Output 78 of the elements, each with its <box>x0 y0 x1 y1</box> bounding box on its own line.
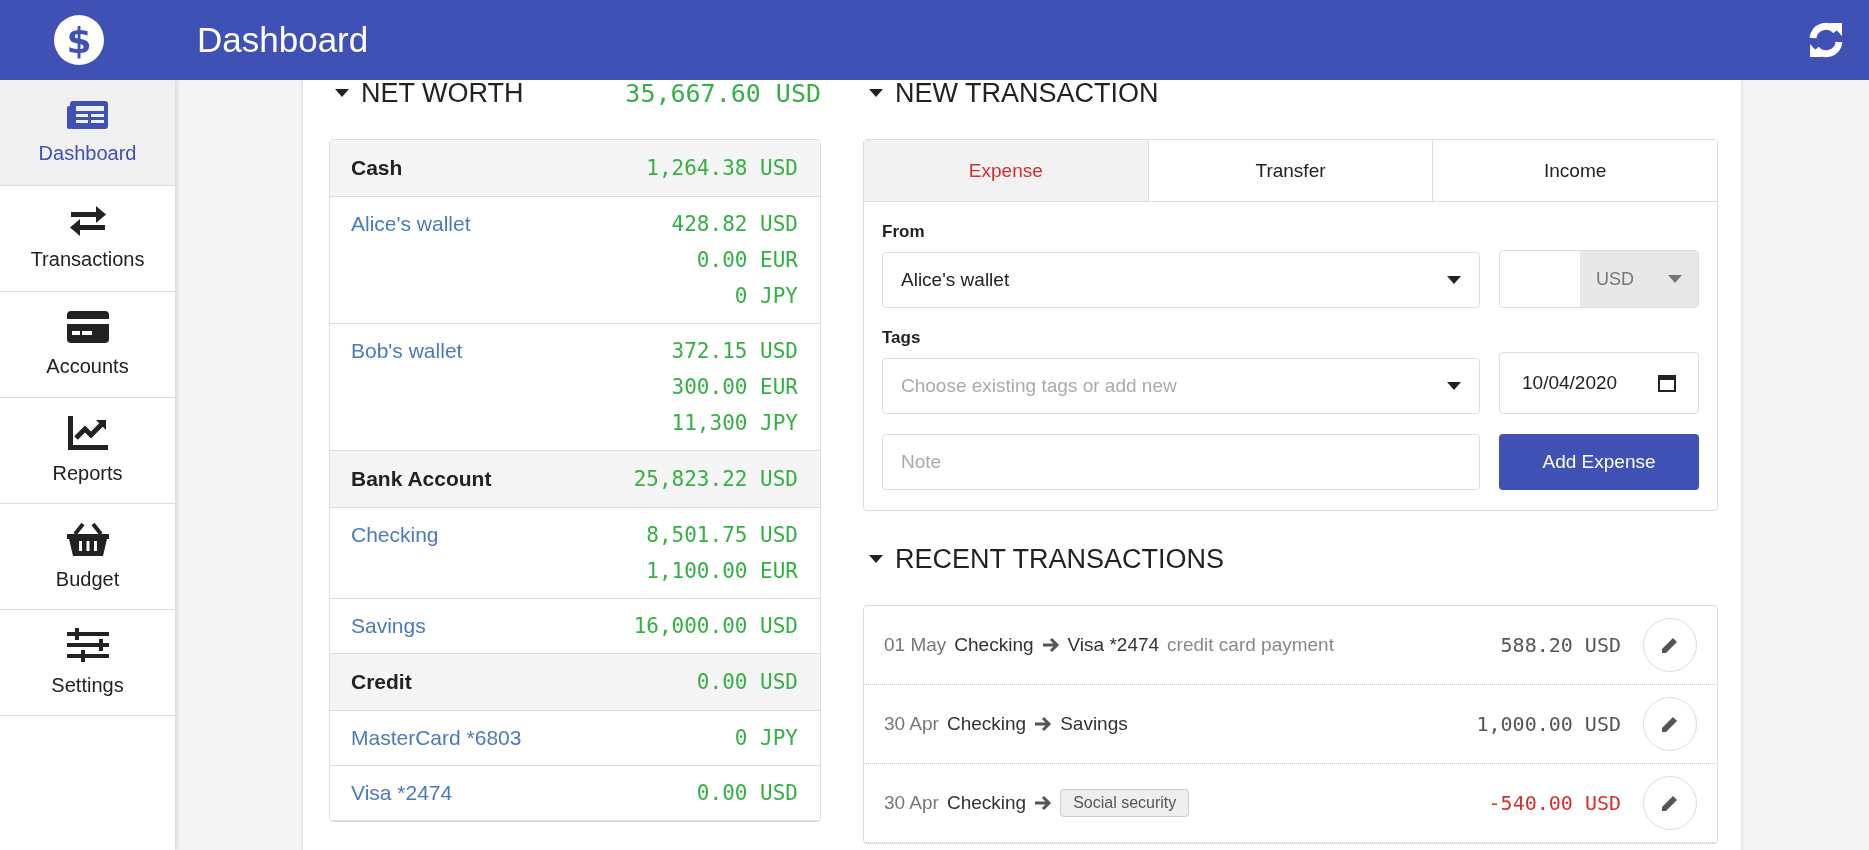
group-total: 0.00 USD <box>696 670 798 694</box>
credit-card-icon <box>66 311 109 343</box>
account-link[interactable]: Visa *2474 <box>351 775 453 811</box>
page-title: Dashboard <box>197 20 370 60</box>
section-title: NEW TRANSACTION <box>895 80 1159 109</box>
edit-button[interactable] <box>1643 697 1697 751</box>
caret-icon <box>869 555 883 563</box>
account-balance: 16,000.00 USD <box>633 613 798 640</box>
caret-icon <box>1447 276 1461 284</box>
transaction-date: 30 Apr <box>884 713 939 735</box>
account-balance: 428.82 USD <box>671 211 798 238</box>
group-total: 25,823.22 USD <box>633 467 798 491</box>
sidebar-item[interactable]: Accounts <box>0 292 175 398</box>
caret-icon <box>1447 382 1461 390</box>
caret-icon <box>869 89 883 97</box>
date-field[interactable]: 10/04/2020 <box>1499 352 1699 414</box>
account-balance: 11,300 JPY <box>671 410 798 437</box>
transaction-note: credit card payment <box>1167 634 1334 656</box>
from-select[interactable]: Alice's wallet <box>882 252 1480 308</box>
net-worth-total: 35,667.60 USD <box>625 80 821 108</box>
account-balance: 8,501.75 USD <box>646 522 798 549</box>
account-balance: 300.00 EUR <box>671 374 798 401</box>
sidebar-item[interactable]: Reports <box>0 398 175 504</box>
newspaper-icon <box>66 100 109 130</box>
field-label: Tags <box>882 328 922 348</box>
sliders-icon <box>66 628 109 662</box>
transaction-date: 01 May <box>884 634 947 656</box>
pencil-icon <box>1660 635 1680 655</box>
account-balance: 372.15 USD <box>671 338 798 365</box>
account-name: Visa *2474 <box>1067 634 1160 656</box>
add-expense-button[interactable]: Add Expense <box>1499 434 1699 490</box>
account-link[interactable]: Bob's wallet <box>351 333 463 441</box>
account-balance: 0.00 USD <box>696 780 798 807</box>
account-name: Checking <box>946 713 1027 735</box>
line-chart-icon <box>67 416 108 450</box>
edit-button[interactable] <box>1643 618 1697 672</box>
tab[interactable]: Expense <box>864 140 1149 201</box>
account-name: Checking <box>946 792 1027 814</box>
caret-icon <box>1668 275 1682 283</box>
app-logo: $ <box>54 15 104 65</box>
arrow-right-icon <box>1034 795 1053 811</box>
basket-icon <box>66 522 109 556</box>
group-name: Cash <box>351 156 403 180</box>
sidebar-item[interactable]: Budget <box>0 504 175 610</box>
sidebar-item[interactable]: Dashboard <box>0 80 175 186</box>
sidebar-item[interactable]: Settings <box>0 610 175 716</box>
account-link[interactable]: Checking <box>351 517 439 589</box>
amount-field[interactable]: USD <box>1499 250 1699 308</box>
account-name: Savings <box>1060 713 1128 735</box>
account-balance: 0.00 EUR <box>696 247 798 274</box>
account-link[interactable]: Alice's wallet <box>351 206 471 314</box>
group-name: Bank Account <box>351 467 492 491</box>
account-link[interactable]: MasterCard *6803 <box>351 720 522 756</box>
arrow-right-icon <box>1041 637 1060 653</box>
transaction-date: 30 Apr <box>884 792 939 814</box>
transaction-amount: -540.00 USD <box>1488 791 1621 815</box>
caret-icon <box>335 89 349 97</box>
edit-button[interactable] <box>1643 776 1697 830</box>
sidebar-item[interactable]: Transactions <box>0 186 175 292</box>
exchange-icon <box>67 206 108 236</box>
section-title: RECENT TRANSACTIONS <box>895 543 1225 575</box>
pencil-icon <box>1660 793 1680 813</box>
tag-chip: Social security <box>1060 789 1190 817</box>
arrow-right-icon <box>1034 716 1053 732</box>
account-link[interactable]: Savings <box>351 608 426 644</box>
field-label: From <box>882 222 926 242</box>
transaction-amount: 588.20 USD <box>1500 633 1621 657</box>
section-title: NET WORTH <box>361 80 524 109</box>
group-name: Credit <box>351 670 412 694</box>
account-balance: 0 JPY <box>734 283 798 310</box>
group-total: 1,264.38 USD <box>646 156 798 180</box>
account-name: Checking <box>954 634 1034 656</box>
account-balance: 1,100.00 EUR <box>646 558 798 585</box>
account-balance: 0 JPY <box>734 725 798 752</box>
transaction-amount: 1,000.00 USD <box>1476 712 1621 736</box>
pencil-icon <box>1660 714 1680 734</box>
calendar-icon <box>1658 374 1676 392</box>
currency-select[interactable]: USD <box>1580 251 1698 307</box>
